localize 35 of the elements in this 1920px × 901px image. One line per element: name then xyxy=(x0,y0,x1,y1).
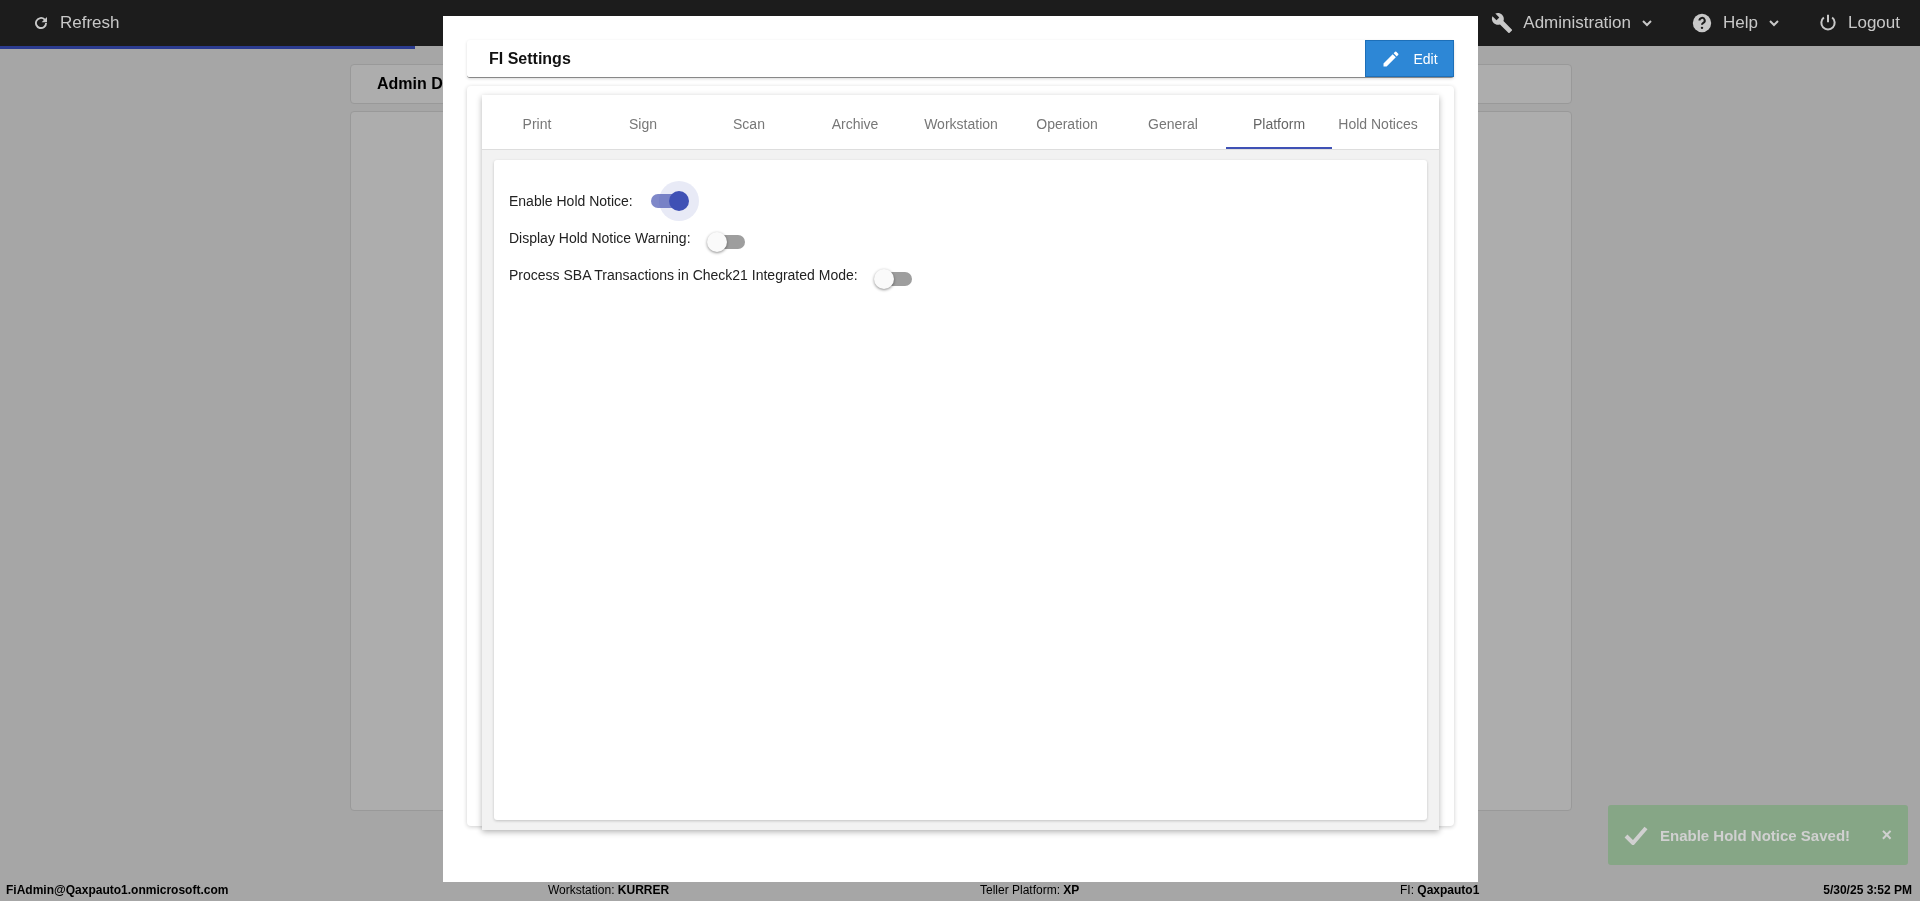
refresh-icon xyxy=(32,14,50,32)
tab[interactable]: Operation xyxy=(1014,95,1120,149)
status-text: Teller Platform: XP xyxy=(980,882,1081,897)
status-text: 5/30/25 3:52 PM xyxy=(1823,882,1912,897)
setting-label: Process SBA Transactions in Check21 Integrated Mode: xyxy=(509,266,858,283)
tab[interactable]: Platform xyxy=(1226,95,1332,149)
check-icon xyxy=(1624,825,1648,845)
tab[interactable]: Archive xyxy=(802,95,908,149)
card-title: Admin D xyxy=(377,75,443,93)
toast-message: Enable Hold Notice Saved! xyxy=(1660,826,1852,844)
dialog-title: FI Settings xyxy=(489,49,571,68)
menu-button[interactable]: Administration xyxy=(1491,12,1654,34)
tab[interactable]: Sign xyxy=(590,95,696,149)
logout-button[interactable]: Logout xyxy=(1818,13,1900,33)
tab[interactable]: Hold Notices xyxy=(1332,95,1424,149)
toggle-switch[interactable] xyxy=(650,193,687,208)
setting-label: Display Hold Notice Warning: xyxy=(509,229,691,246)
toggle-switch[interactable] xyxy=(708,234,745,249)
chevron-down-icon xyxy=(1641,17,1654,29)
toggle-switch[interactable] xyxy=(875,271,912,286)
status-text: FI: Qaxpauto1 xyxy=(1400,882,1481,897)
power-icon xyxy=(1818,13,1838,33)
status-text: Workstation: KURRER xyxy=(548,882,671,897)
tab[interactable]: General xyxy=(1120,95,1226,149)
wrench-icon xyxy=(1491,12,1514,34)
help-icon xyxy=(1691,12,1714,34)
tab[interactable]: Scan xyxy=(696,95,802,149)
refresh-button[interactable]: Refresh xyxy=(32,13,120,33)
chevron-down-icon xyxy=(1768,17,1780,29)
edit-button[interactable]: Edit xyxy=(1365,40,1454,77)
setting-label: Enable Hold Notice: xyxy=(509,192,633,209)
tab[interactable]: Workstation xyxy=(908,95,1014,149)
tab[interactable]: Print xyxy=(484,95,590,149)
menu-button[interactable]: Help xyxy=(1691,12,1780,34)
status-text: FiAdmin@Qaxpauto1.onmicrosoft.com xyxy=(6,882,230,897)
